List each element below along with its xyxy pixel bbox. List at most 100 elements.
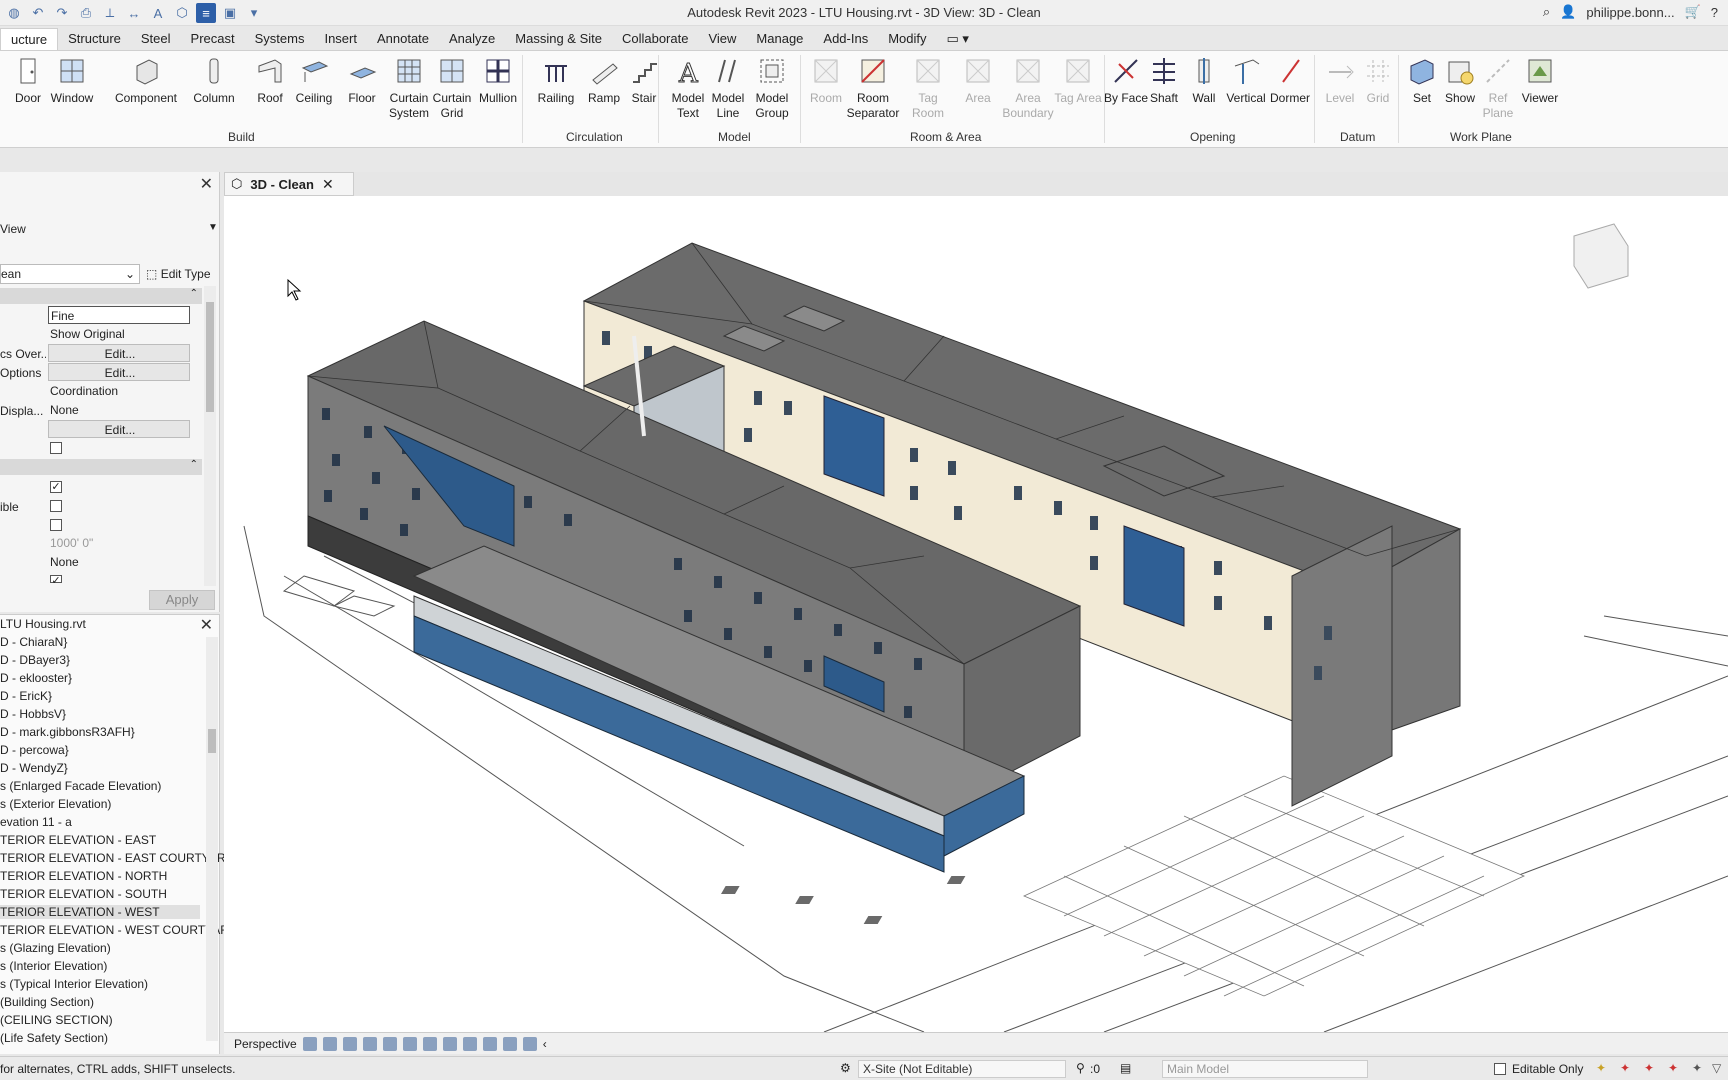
list-item[interactable]: D - percowa} — [0, 743, 69, 757]
analytical-model-icon[interactable] — [522, 1036, 537, 1051]
drag-on-selection-icon[interactable]: ✦ — [1692, 1061, 1702, 1075]
edit-button[interactable]: Edit... — [48, 420, 190, 438]
user-name[interactable]: philippe.bonn... — [1586, 5, 1674, 20]
tab-view[interactable]: View — [698, 28, 746, 50]
ribbon-options-icon[interactable]: ▭ ▾ — [937, 28, 979, 50]
list-item[interactable]: s (Exterior Elevation) — [0, 797, 111, 811]
railing-button[interactable]: Railing — [530, 55, 582, 106]
list-item[interactable]: TERIOR ELEVATION - EAST — [0, 833, 156, 847]
tab-analyze[interactable]: Analyze — [439, 28, 505, 50]
section-header-graphics[interactable]: ⌃ — [0, 288, 202, 304]
parts-visibility-field[interactable]: Show Original — [48, 325, 190, 343]
view-type-selector[interactable]: ean ⌄ — [0, 264, 140, 284]
scrollbar-thumb[interactable] — [208, 729, 216, 753]
crop-visible-checkbox[interactable] — [50, 500, 62, 512]
phase-filter-field[interactable]: None — [48, 553, 190, 571]
area-boundary-button[interactable]: Area Boundary — [1002, 55, 1054, 121]
list-item[interactable]: s (Glazing Elevation) — [0, 941, 111, 955]
show-crop-icon[interactable] — [422, 1036, 437, 1051]
viewer-button[interactable]: Viewer — [1514, 55, 1566, 106]
discipline-field[interactable]: Coordination — [48, 382, 190, 400]
checkbox[interactable] — [50, 442, 62, 454]
scrollbar-thumb[interactable] — [206, 302, 214, 412]
displacement-field[interactable]: None — [48, 401, 190, 419]
properties-scrollbar[interactable] — [204, 286, 216, 586]
list-item[interactable]: TERIOR ELEVATION - WEST COURTYAF — [0, 923, 228, 937]
view-tab-3d-clean[interactable]: ⬡ 3D - Clean ✕ — [224, 172, 354, 196]
close-icon[interactable]: ✕ — [200, 174, 213, 194]
tab-precast[interactable]: Precast — [181, 28, 245, 50]
browser-scrollbar[interactable] — [206, 637, 218, 1041]
list-item[interactable]: TERIOR ELEVATION - NORTH — [0, 869, 167, 883]
list-item[interactable]: D - EricK} — [0, 689, 52, 703]
tag-area-button[interactable]: Tag Area — [1052, 55, 1104, 106]
visual-style-icon[interactable] — [322, 1036, 337, 1051]
list-item[interactable]: (CEILING SECTION) — [0, 1013, 113, 1027]
mullion-button[interactable]: Mullion — [472, 55, 524, 106]
ceiling-button[interactable]: Ceiling — [288, 55, 340, 106]
binoculars-icon[interactable]: ⌕ — [1543, 4, 1550, 20]
section-header-extents[interactable]: ⌃ — [0, 459, 202, 475]
filter-icon[interactable]: ▽ — [1712, 1061, 1721, 1075]
close-icon[interactable]: ✕ — [200, 615, 213, 635]
list-item[interactable]: D - HobbsV} — [0, 707, 66, 721]
graphics-overrides-edit-button[interactable]: Edit... — [48, 344, 190, 362]
reveal-hidden-icon[interactable] — [482, 1036, 497, 1051]
list-item[interactable]: (Building Section) — [0, 995, 94, 1009]
tab-systems[interactable]: Systems — [245, 28, 315, 50]
building-model[interactable] — [224, 196, 1728, 1032]
help-icon[interactable]: ? — [1711, 5, 1718, 20]
list-item[interactable]: (Life Safety Section) — [0, 1031, 108, 1045]
window-button[interactable]: Window — [46, 55, 98, 106]
section-box-checkbox[interactable]: ✓ — [50, 575, 62, 587]
cart-icon[interactable]: 🛒 — [1685, 4, 1701, 20]
tab-add-ins[interactable]: Add-Ins — [813, 28, 878, 50]
tab-steel[interactable]: Steel — [131, 28, 181, 50]
room-button[interactable]: Room — [800, 55, 852, 106]
tab-collaborate[interactable]: Collaborate — [612, 28, 699, 50]
select-underlay-icon[interactable]: ✦ — [1620, 1061, 1630, 1075]
select-pinned-icon[interactable]: ✦ — [1644, 1061, 1654, 1075]
dormer-button[interactable]: Dormer — [1264, 55, 1316, 106]
design-option-select[interactable]: Main Model — [1162, 1060, 1368, 1078]
list-item[interactable]: D - WendyZ} — [0, 761, 68, 775]
list-item[interactable]: D - DBayer3} — [0, 653, 70, 667]
far-clip-field[interactable]: 1000' 0" — [48, 534, 190, 552]
render-icon[interactable] — [382, 1036, 397, 1051]
list-item[interactable]: TERIOR ELEVATION - EAST COURTYAR — [0, 851, 226, 865]
design-options-icon[interactable]: ▤ — [1120, 1061, 1131, 1075]
tab-modify[interactable]: Modify — [878, 28, 936, 50]
annotation-crop-checkbox[interactable] — [50, 519, 62, 531]
list-item[interactable]: D - ChiaraN} — [0, 635, 67, 649]
temporary-hide-icon[interactable] — [462, 1036, 477, 1051]
chevron-down-icon[interactable]: ▼ — [208, 222, 218, 233]
list-item[interactable]: s (Typical Interior Elevation) — [0, 977, 148, 991]
detail-level-icon[interactable] — [302, 1036, 317, 1051]
close-icon[interactable]: ✕ — [322, 176, 334, 193]
edit-type-button[interactable]: ⬚ Edit Type — [146, 264, 211, 284]
curtain-grid-button[interactable]: Curtain Grid — [426, 55, 478, 121]
tag-room-button[interactable]: Tag Room — [902, 55, 954, 121]
group-room-area[interactable]: Room & Area — [910, 130, 981, 144]
list-item[interactable]: D - mark.gibbonsR3AFH} — [0, 725, 135, 739]
tab-annotate[interactable]: Annotate — [367, 28, 439, 50]
column-button[interactable]: Column — [188, 55, 240, 106]
user-icon[interactable]: 👤 — [1560, 4, 1576, 20]
room-separator-button[interactable]: Room Separator — [846, 55, 900, 121]
graphics-options-edit-button[interactable]: Edit... — [48, 363, 190, 381]
crop-view-checkbox[interactable]: ✓ — [50, 481, 62, 493]
shadows-icon[interactable] — [362, 1036, 377, 1051]
select-links-icon[interactable]: ✦ — [1596, 1061, 1606, 1075]
chevron-left-icon[interactable]: ‹ — [543, 1037, 547, 1051]
list-item[interactable]: TERIOR ELEVATION - SOUTH — [0, 887, 167, 901]
tab-manage[interactable]: Manage — [746, 28, 813, 50]
list-item[interactable]: evation 11 - a — [0, 815, 72, 829]
detail-level-field[interactable]: Fine — [48, 306, 190, 324]
tab-massing-site[interactable]: Massing & Site — [505, 28, 612, 50]
list-item[interactable]: s (Enlarged Facade Elevation) — [0, 779, 161, 793]
floor-button[interactable]: Floor — [336, 55, 388, 106]
list-item[interactable]: s (Interior Elevation) — [0, 959, 107, 973]
area-button[interactable]: Area — [952, 55, 1004, 106]
view-cube[interactable] — [1573, 223, 1629, 289]
tab-structure[interactable]: Structure — [58, 28, 131, 50]
